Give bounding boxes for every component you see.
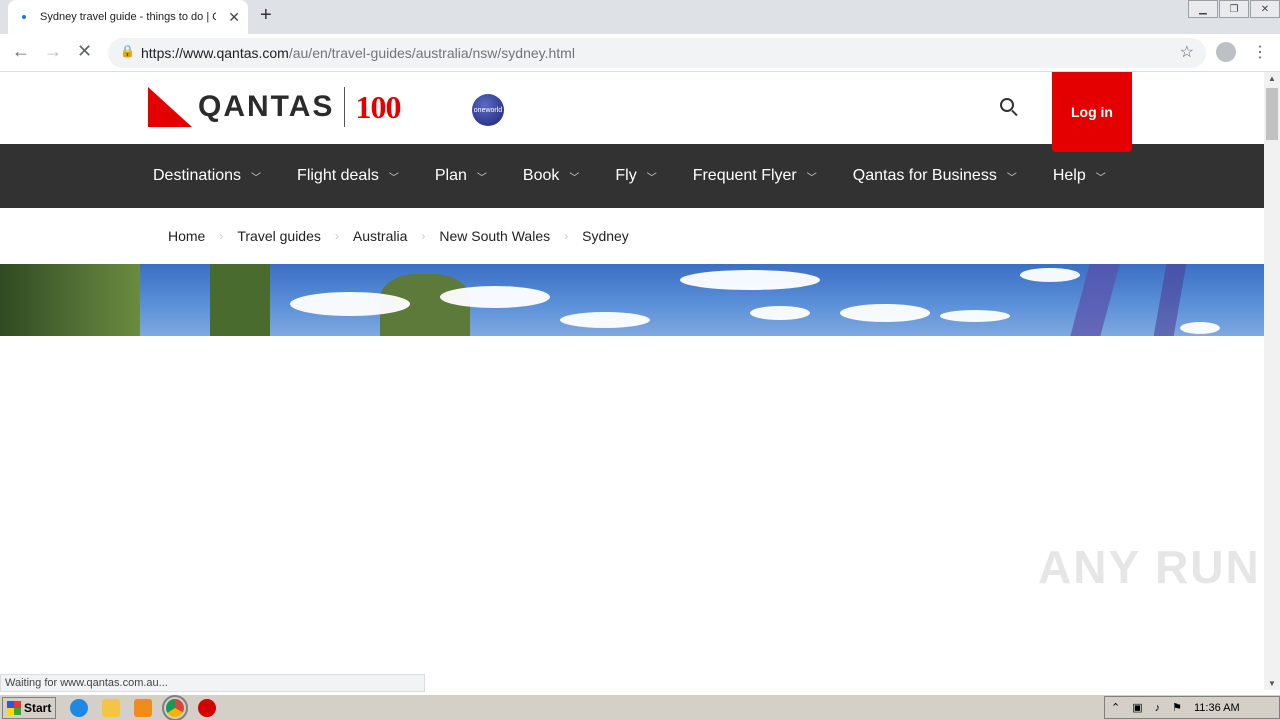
- breadcrumb-home[interactable]: Home: [168, 228, 205, 244]
- stop-loading-icon[interactable]: ✕: [77, 41, 92, 62]
- nav-item-destinations[interactable]: Destinations ﹀: [153, 167, 261, 185]
- site-header: QANTAS 100 oneworld Log in: [0, 72, 1264, 152]
- chevron-down-icon: ﹀: [1006, 172, 1017, 184]
- brand-wordmark: QANTAS: [198, 90, 335, 123]
- chevron-down-icon: ﹀: [476, 172, 487, 184]
- chevron-down-icon: ﹀: [251, 172, 262, 184]
- centenary-logo: 100: [355, 88, 401, 125]
- chevron-right-icon: ›: [334, 229, 339, 243]
- breadcrumb-sydney: Sydney: [582, 228, 629, 244]
- nav-item-qantas-for-business[interactable]: Qantas for Business ﹀: [853, 167, 1017, 185]
- stop-sign-icon[interactable]: [198, 698, 216, 717]
- nav-item-frequent-flyer[interactable]: Frequent Flyer ﹀: [693, 167, 817, 185]
- status-bar: Waiting for www.qantas.com.au...: [0, 674, 425, 692]
- logo-divider: [344, 87, 346, 127]
- browser-tab-strip: Sydney travel guide - things to do | Q ✕…: [0, 0, 1280, 34]
- chevron-down-icon: ﹀: [1095, 172, 1106, 184]
- chevron-down-icon: ﹀: [806, 172, 817, 184]
- profile-avatar-icon[interactable]: [1216, 42, 1236, 62]
- new-tab-button[interactable]: +: [260, 4, 272, 27]
- network-icon[interactable]: ▣: [1132, 701, 1142, 714]
- page-scrollbar[interactable]: ▲ ▼: [1264, 72, 1280, 690]
- loading-icon: [22, 15, 26, 19]
- close-window-icon[interactable]: ✕: [1250, 0, 1280, 18]
- main-navigation: Destinations ﹀ Flight deals ﹀ Plan ﹀ Book ﹀ …: [0, 144, 1264, 208]
- nav-item-plan[interactable]: Plan ﹀: [435, 167, 487, 185]
- back-arrow-icon[interactable]: ←: [12, 41, 30, 62]
- window-controls: ▁ ❐ ✕: [1187, 0, 1280, 18]
- bookmark-star-icon[interactable]: ☆: [1180, 42, 1194, 62]
- minimize-icon[interactable]: ▁: [1188, 0, 1218, 18]
- login-button[interactable]: Log in: [1052, 72, 1132, 152]
- breadcrumb-australia[interactable]: Australia: [353, 228, 407, 244]
- nav-item-flight-deals[interactable]: Flight deals ﹀: [297, 167, 399, 185]
- web-page: QANTAS 100 oneworld Log in Destinations ﹀…: [0, 72, 1264, 690]
- internet-explorer-icon[interactable]: [70, 698, 88, 717]
- nav-item-fly[interactable]: Fly ﹀: [615, 167, 656, 185]
- breadcrumb-travel-guides[interactable]: Travel guides: [237, 228, 321, 244]
- browser-tab[interactable]: Sydney travel guide - things to do | Q ✕: [8, 0, 248, 34]
- nav-item-book[interactable]: Book ﹀: [523, 167, 579, 185]
- browser-menu-icon[interactable]: ⋮: [1252, 42, 1268, 62]
- chevron-right-icon: ›: [564, 229, 569, 243]
- qantas-logo[interactable]: QANTAS 100: [148, 86, 401, 128]
- forward-arrow-icon[interactable]: →: [44, 41, 62, 62]
- kangaroo-logo-icon: [148, 87, 192, 127]
- system-tray: ⌃ ▣ ♪ ⚑ 11:36 AM: [1104, 696, 1280, 719]
- chrome-icon[interactable]: [162, 694, 188, 720]
- chevron-down-icon: ﹀: [388, 172, 399, 184]
- file-explorer-icon[interactable]: [102, 698, 120, 717]
- chevron-down-icon: ﹀: [569, 172, 580, 184]
- tray-expand-icon[interactable]: ⌃: [1111, 701, 1120, 714]
- windows-taskbar: Start ⌃ ▣ ♪ ⚑ 11:36 AM: [0, 694, 1280, 720]
- address-bar[interactable]: 🔒 https://www.qantas.com/au/en/travel-gu…: [108, 38, 1206, 68]
- volume-icon[interactable]: ♪: [1155, 702, 1161, 714]
- breadcrumb: Home › Travel guides › Australia › New S…: [0, 208, 1264, 264]
- windows-logo-icon: [7, 700, 21, 715]
- chevron-down-icon: ﹀: [646, 172, 657, 184]
- search-icon[interactable]: [1000, 98, 1014, 112]
- clock[interactable]: 11:36 AM: [1194, 702, 1240, 714]
- browser-toolbar: ← → ✕ 🔒 https://www.qantas.com/au/en/tra…: [0, 34, 1280, 72]
- media-player-icon[interactable]: [134, 698, 152, 717]
- tab-title: Sydney travel guide - things to do | Q: [40, 11, 216, 23]
- hero-image: [0, 264, 1264, 336]
- page-content-loading: [0, 336, 1264, 690]
- flag-icon[interactable]: ⚑: [1172, 701, 1182, 714]
- chevron-right-icon: ›: [219, 229, 224, 243]
- oneworld-logo[interactable]: oneworld: [472, 94, 504, 126]
- lock-icon: 🔒: [120, 44, 135, 58]
- nav-item-help[interactable]: Help ﹀: [1053, 167, 1106, 185]
- url-text: https://www.qantas.com/au/en/travel-guid…: [141, 45, 575, 61]
- scroll-thumb[interactable]: [1266, 88, 1278, 140]
- scroll-down-icon[interactable]: ▼: [1268, 679, 1276, 688]
- chevron-right-icon: ›: [421, 229, 426, 243]
- tab-close-icon[interactable]: ✕: [228, 9, 240, 26]
- scroll-up-icon[interactable]: ▲: [1268, 74, 1276, 83]
- anyrun-watermark: ANY RUN: [1038, 541, 1261, 593]
- breadcrumb-new-south-wales[interactable]: New South Wales: [439, 228, 550, 244]
- restore-icon[interactable]: ❐: [1219, 0, 1249, 18]
- start-button[interactable]: Start: [2, 696, 56, 719]
- start-label: Start: [24, 700, 52, 715]
